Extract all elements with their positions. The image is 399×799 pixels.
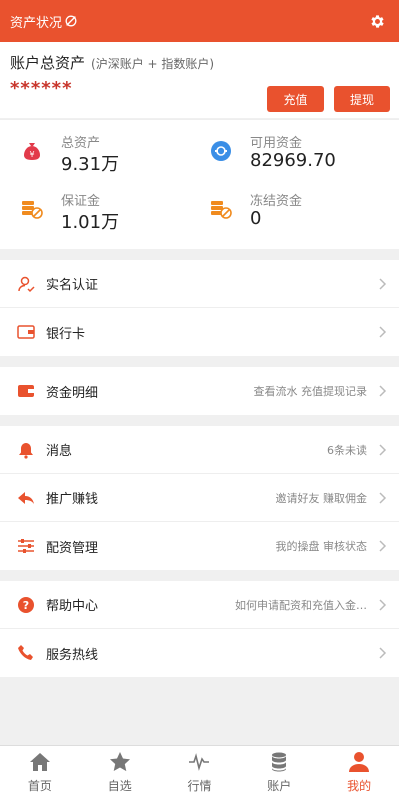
recharge-button[interactable]: 充值 [267,86,324,112]
menu-label: 资金明细 [46,385,99,401]
menu-item-messages[interactable]: 消息 6条未读 [0,426,399,474]
money-bag-icon: ¥ [21,140,43,162]
sliders-icon [17,537,35,555]
asset-stats: ¥ 总资产 9.31万 可用资金 82969.70 保证金 1.01万 冻结资金… [0,119,399,249]
tab-label: 首页 [27,779,52,793]
tab-mine[interactable]: 我的 [319,746,399,799]
stat-total-assets: ¥ 总资产 9.31万 [21,132,201,182]
tab-label: 我的 [347,779,372,793]
menu-item-verify[interactable]: 实名认证 [0,260,399,308]
stat-label: 保证金 [61,194,101,209]
database-icon [268,751,290,773]
home-icon [29,751,51,773]
menu-label: 推广赚钱 [46,492,99,507]
menu-item-bank-card[interactable]: 银行卡 [0,308,399,356]
svg-text:?: ? [23,599,29,612]
menu-label: 实名认证 [46,278,99,293]
coins-stack-icon [21,198,43,220]
stat-value: 0 [250,208,262,229]
stat-margin: 保证金 1.01万 [21,190,201,240]
header: 资产状况 [0,0,399,42]
menu-hint: 如何申请配资和充值入金… [235,598,367,612]
eye-off-icon[interactable] [64,14,78,28]
withdraw-button[interactable]: 提现 [334,86,390,112]
chevron-right-icon [379,647,387,659]
menu-label: 帮助中心 [46,599,99,614]
menu-hint: 查看流水 充值提现记录 [253,385,368,398]
menu-item-hotline[interactable]: 服务热线 [0,629,399,677]
chevron-right-icon [379,491,387,504]
stat-value: 1.01万 [61,212,120,233]
stat-frozen-funds: 冻结资金 0 [210,190,390,240]
page-title: 资产状况 [10,15,63,31]
account-title-row: 账户总资产 (沪深账户 + 指数账户) [10,52,389,73]
menu-section-identity: 实名认证 银行卡 [0,260,399,356]
stat-label: 总资产 [61,136,101,151]
account-title: 账户总资产 [10,54,86,72]
tab-label: 行情 [187,779,212,793]
account-subtitle: (沪深账户 + 指数账户) [91,57,215,71]
tab-watchlist[interactable]: 自选 [80,746,160,799]
stat-label: 可用资金 [250,136,303,151]
menu-label: 服务热线 [46,647,99,663]
account-summary: 账户总资产 (沪深账户 + 指数账户) ****** 充值 提现 [0,42,399,118]
star-icon [109,751,131,773]
menu-item-promote[interactable]: 推广赚钱 邀请好友 赚取佣金 [0,474,399,522]
tab-home[interactable]: 首页 [0,746,80,799]
menu-hint: 邀请好友 赚取佣金 [275,491,368,505]
chevron-right-icon [379,540,387,552]
chevron-right-icon [379,385,387,397]
phone-icon [17,644,35,662]
chevron-right-icon [379,277,387,290]
stat-value: 9.31万 [61,154,120,175]
tab-label: 自选 [107,779,132,793]
chevron-right-icon [379,443,387,456]
masked-amount: ****** [10,78,73,99]
gear-icon[interactable] [369,13,386,30]
menu-section-support: ? 帮助中心 如何申请配资和充值入金… 服务热线 [0,581,399,677]
menu-label: 配资管理 [46,540,99,556]
coin-icon [210,140,232,162]
bell-icon [17,441,35,459]
tab-account[interactable]: 账户 [239,746,319,799]
question-icon: ? [17,596,35,614]
coins-frozen-icon [210,198,232,220]
wallet-icon [17,382,35,400]
tab-label: 账户 [267,779,292,793]
user-icon [17,275,35,293]
stat-label: 冻结资金 [250,194,303,209]
chevron-right-icon [379,326,387,338]
menu-hint: 6条未读 [327,443,367,457]
person-icon [348,751,370,773]
svg-text:¥: ¥ [29,150,34,159]
chevron-right-icon [379,598,387,611]
pulse-icon [188,751,210,773]
menu-label: 消息 [46,444,73,459]
card-icon [17,323,35,341]
tab-market[interactable]: 行情 [160,746,240,799]
stat-available-funds: 可用资金 82969.70 [210,132,390,182]
menu-hint: 我的操盘 审核状态 [275,540,368,553]
bottom-tab-bar: 首页 自选 行情 账户 我的 [0,745,399,799]
share-icon [17,489,35,507]
menu-item-help[interactable]: ? 帮助中心 如何申请配资和充值入金… [0,581,399,629]
menu-item-fund-details[interactable]: 资金明细 查看流水 充值提现记录 [0,367,399,415]
menu-section-services: 消息 6条未读 推广赚钱 邀请好友 赚取佣金 配资管理 我的操盘 审核状态 [0,426,399,570]
stat-value: 82969.70 [250,150,336,171]
header-title: 资产状况 [10,12,78,31]
menu-section-funds: 资金明细 查看流水 充值提现记录 [0,367,399,415]
menu-label: 银行卡 [46,326,86,342]
menu-item-allocation[interactable]: 配资管理 我的操盘 审核状态 [0,522,399,570]
